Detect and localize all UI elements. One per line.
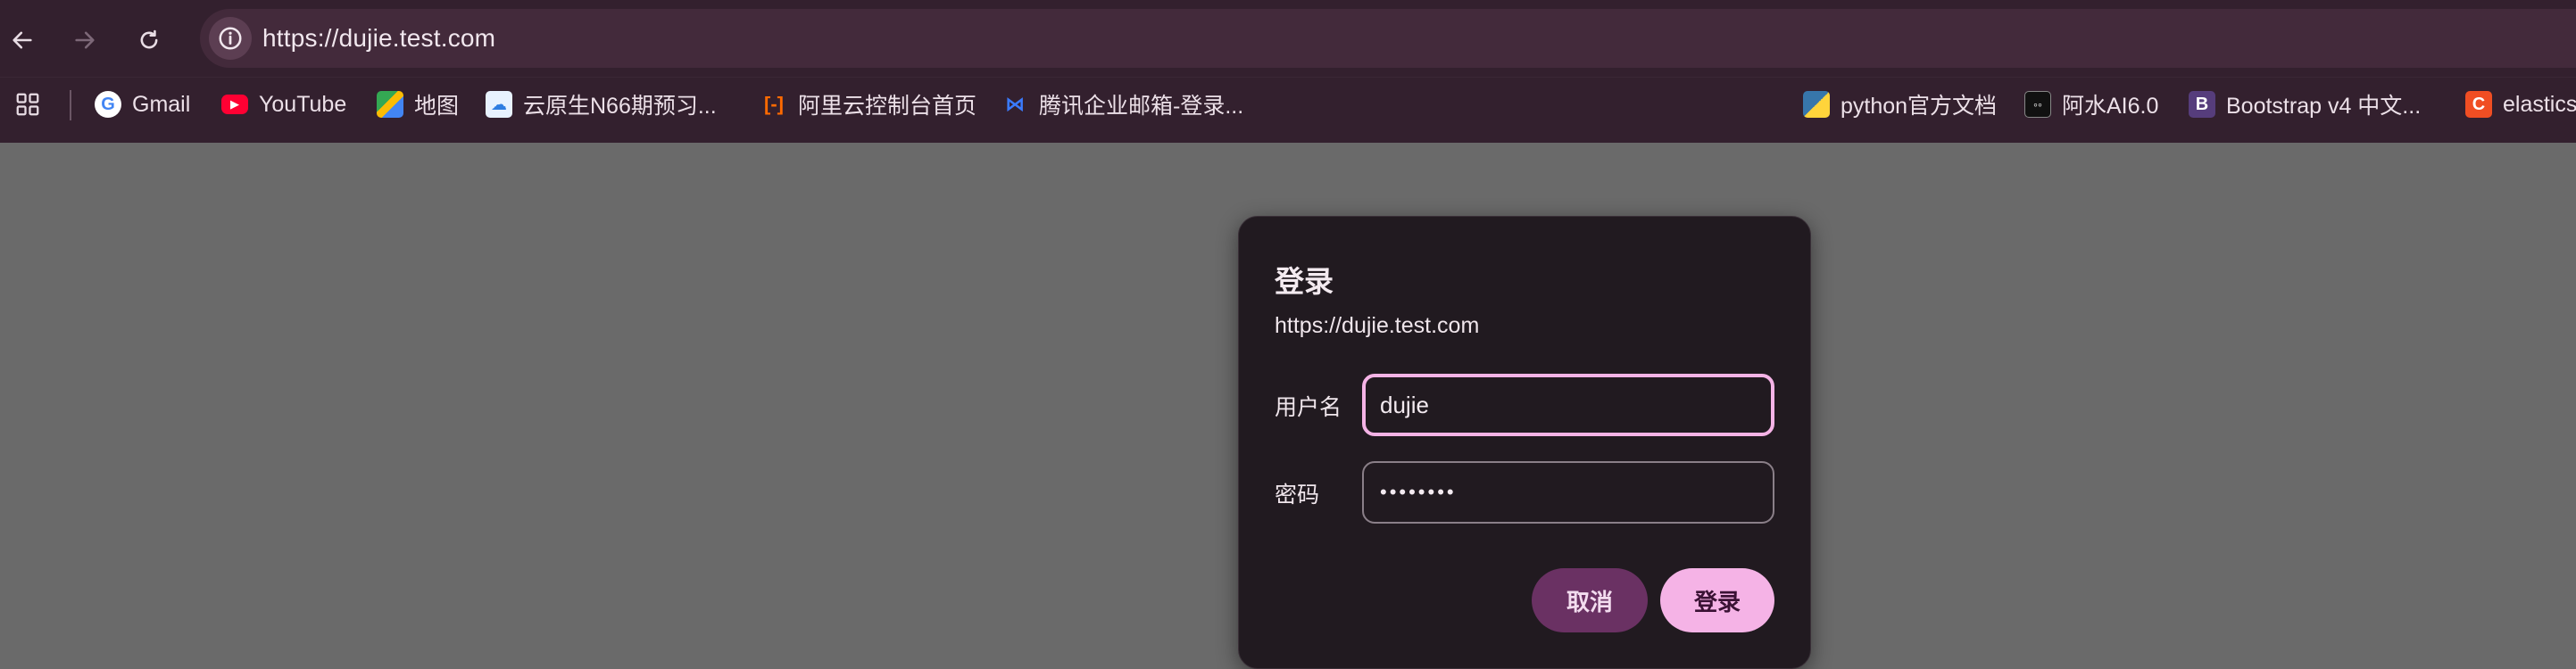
login-button[interactable]: 登录 bbox=[1660, 568, 1774, 632]
bookmark-youtube[interactable]: ▶ YouTube bbox=[221, 89, 346, 120]
address-bar-url[interactable]: https://dujie.test.com bbox=[262, 9, 495, 68]
google-icon: G bbox=[95, 91, 121, 118]
bookmark-label: 云原生N66期预习... bbox=[523, 94, 717, 119]
password-label: 密码 bbox=[1275, 483, 1320, 508]
forward-arrow-icon bbox=[75, 31, 95, 49]
address-bar[interactable]: https://dujie.test.com bbox=[200, 9, 2576, 68]
bookmark-ai[interactable]: ◦◦ 阿水AI6.0 bbox=[2024, 89, 2158, 120]
browser-toolbar: https://dujie.test.com bbox=[0, 0, 2576, 77]
reload-button[interactable] bbox=[130, 21, 168, 59]
forward-button[interactable] bbox=[66, 21, 104, 59]
dialog-origin: https://dujie.test.com bbox=[1275, 313, 1480, 338]
reload-icon bbox=[140, 29, 158, 49]
username-label: 用户名 bbox=[1275, 395, 1342, 420]
bookmark-label: python官方文档 bbox=[1841, 94, 1998, 119]
youtube-icon: ▶ bbox=[221, 95, 248, 114]
tencent-mail-icon: ⋈ bbox=[1005, 93, 1025, 115]
bookmark-label: 地图 bbox=[414, 94, 460, 119]
bookmark-bootstrap[interactable]: B Bootstrap v4 中文... bbox=[2189, 89, 2421, 120]
python-icon bbox=[1803, 91, 1830, 118]
bookmark-label: 阿里云控制台首页 bbox=[798, 94, 977, 119]
cancel-button[interactable]: 取消 bbox=[1532, 568, 1648, 632]
bookmark-gmail[interactable]: G Gmail bbox=[95, 89, 190, 120]
bookmark-label: YouTube bbox=[259, 91, 347, 117]
bookmark-elastic[interactable]: C elastics bbox=[2465, 89, 2576, 120]
bookmark-aliyun[interactable]: [-] 阿里云控制台首页 bbox=[760, 89, 976, 120]
bookmark-cloud-native[interactable]: ☁ 云原生N66期预习... bbox=[486, 89, 717, 120]
bookmark-label: Gmail bbox=[132, 91, 191, 117]
aliyun-icon: [-] bbox=[764, 93, 784, 115]
login-dialog: 登录 https://dujie.test.com 用户名 dujie 密码 •… bbox=[1238, 216, 1811, 669]
elastic-icon: C bbox=[2465, 91, 2492, 118]
bookmark-label: elastics bbox=[2503, 91, 2576, 117]
back-arrow-icon bbox=[12, 31, 32, 49]
bookmark-label: 腾讯企业邮箱-登录... bbox=[1039, 94, 1244, 119]
username-field[interactable]: dujie bbox=[1362, 374, 1774, 436]
apps-grid-icon[interactable] bbox=[14, 91, 41, 118]
bookmark-label: 阿水AI6.0 bbox=[2062, 94, 2159, 119]
site-info-button[interactable] bbox=[209, 17, 252, 60]
dialog-title: 登录 bbox=[1275, 265, 1334, 298]
maps-icon bbox=[377, 91, 403, 118]
password-field[interactable]: •••••••• bbox=[1362, 461, 1774, 524]
ai-icon: ◦◦ bbox=[2024, 91, 2051, 118]
back-button[interactable] bbox=[4, 21, 41, 59]
cloud-icon: ☁ bbox=[486, 91, 512, 118]
bookmark-label: Bootstrap v4 中文... bbox=[2226, 94, 2422, 119]
page-content: 登录 https://dujie.test.com 用户名 dujie 密码 •… bbox=[0, 143, 2576, 669]
bookmarks-separator bbox=[70, 90, 71, 120]
bookmark-maps[interactable]: 地图 bbox=[377, 89, 459, 120]
info-icon bbox=[219, 27, 242, 50]
bookmark-python[interactable]: python官方文档 bbox=[1803, 89, 1997, 120]
bookmark-tencent-mail[interactable]: ⋈ 腾讯企业邮箱-登录... bbox=[1001, 89, 1243, 120]
bootstrap-icon: B bbox=[2189, 91, 2215, 118]
